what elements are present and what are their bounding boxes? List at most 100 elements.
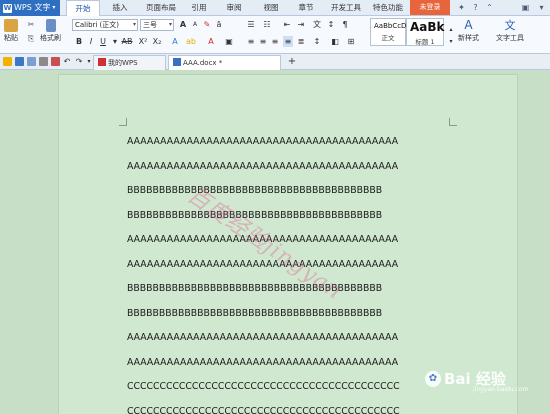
text-line: CCCCCCCCCCCCCCCCCCCCCCCCCCCCCCCCCCCCCCCC…: [127, 405, 400, 414]
show-marks-icon[interactable]: ¶: [340, 19, 350, 30]
save-icon[interactable]: [15, 57, 24, 66]
numbered-list-icon[interactable]: ☷: [262, 19, 272, 30]
baidu-paw-icon: ✿: [425, 370, 441, 387]
text-tools-icon: 文: [504, 19, 516, 32]
tab-section[interactable]: 章节: [290, 0, 322, 16]
login-button[interactable]: 未登录: [410, 0, 450, 15]
open-folder-icon[interactable]: [3, 57, 12, 66]
wps-logo-icon: W: [3, 3, 12, 13]
print-preview-icon[interactable]: [27, 57, 36, 66]
subscript-icon[interactable]: X₂: [152, 36, 162, 47]
underline-menu-icon[interactable]: ▾: [110, 36, 120, 47]
align-right-icon[interactable]: ≡: [270, 36, 280, 47]
app-name: WPS 文字: [14, 3, 51, 12]
new-style-label: 新样式: [458, 34, 479, 42]
justify-icon[interactable]: ≡: [283, 36, 293, 47]
document-icon: [173, 58, 181, 66]
align-left-icon[interactable]: ≡: [246, 36, 256, 47]
distribute-icon[interactable]: ≣: [296, 36, 306, 47]
help-icon[interactable]: ?: [470, 2, 481, 13]
style-heading-1[interactable]: AaBk 标题 1: [406, 18, 445, 46]
font-name-select[interactable]: Calibri (正文) ▾: [72, 19, 138, 31]
tab-insert[interactable]: 插入: [104, 0, 136, 16]
char-border-icon[interactable]: ▣: [224, 36, 234, 47]
phonetic-icon[interactable]: ā: [214, 19, 224, 30]
brush-icon: [45, 19, 56, 32]
shading-icon[interactable]: ◧: [330, 36, 340, 47]
text-line: AAAAAAAAAAAAAAAAAAAAAAAAAAAAAAAAAAAAAAAA…: [127, 160, 399, 172]
more-icon[interactable]: ▾: [536, 2, 547, 13]
text-line: AAAAAAAAAAAAAAAAAAAAAAAAAAAAAAAAAAAAAAAA…: [127, 136, 399, 147]
wps-home-icon: [98, 58, 106, 66]
paste-label: 粘贴: [4, 34, 18, 42]
tab-my-wps[interactable]: 我的WPS: [93, 55, 166, 70]
text-line: BBBBBBBBBBBBBBBBBBBBBBBBBBBBBBBBBBBBBBBB: [127, 209, 383, 221]
margin-corner-top-left: [119, 118, 127, 126]
align-center-icon[interactable]: ≡: [258, 36, 268, 47]
collapse-icon[interactable]: ⌃: [484, 2, 495, 13]
tab-references[interactable]: 引用: [184, 0, 214, 16]
format-painter-button[interactable]: 格式刷: [40, 19, 61, 43]
redo-icon[interactable]: ↷: [74, 56, 84, 67]
vertical-scrollbar[interactable]: [544, 70, 550, 414]
tab-developer[interactable]: 开发工具: [326, 0, 366, 16]
highlight-icon[interactable]: ab: [186, 36, 196, 47]
tab-page-layout[interactable]: 页面布局: [140, 0, 182, 16]
app-menu-button[interactable]: W WPS 文字 ▾: [0, 0, 60, 16]
sort-icon[interactable]: ↕: [326, 19, 336, 30]
outdent-icon[interactable]: ⇤: [282, 19, 292, 30]
text-tools-button[interactable]: 文 文字工具: [496, 19, 524, 43]
undo-icon[interactable]: ↶: [62, 56, 72, 67]
clear-format-icon[interactable]: ✎: [202, 19, 212, 30]
menu-bar: W WPS 文字 ▾ 开始 插入 页面布局 引用 审阅 视图 章节 开发工具 特…: [0, 0, 550, 17]
chinese-layout-icon[interactable]: 文: [312, 19, 322, 30]
styles-more-icon[interactable]: ▾: [446, 36, 456, 47]
superscript-icon[interactable]: X²: [138, 36, 148, 47]
print-icon[interactable]: [39, 57, 48, 66]
text-line: BBBBBBBBBBBBBBBBBBBBBBBBBBBBBBBBBBBBBBBB: [127, 185, 383, 196]
text-line: AAAAAAAAAAAAAAAAAAAAAAAAAAAAAAAAAAAAAAAA…: [127, 356, 399, 368]
export-pdf-icon[interactable]: [51, 57, 60, 66]
skin-icon[interactable]: ✦: [456, 2, 467, 13]
new-style-button[interactable]: A 新样式: [458, 19, 479, 43]
indent-icon[interactable]: ⇥: [296, 19, 306, 30]
text-line: AAAAAAAAAAAAAAAAAAAAAAAAAAAAAAAAAAAAAAAA…: [127, 332, 399, 343]
style-normal[interactable]: AaBbCcDd 正文: [370, 18, 411, 46]
styles-scroll-icon[interactable]: ▴: [446, 24, 456, 35]
text-tools-label: 文字工具: [496, 34, 524, 42]
margin-corner-top-right: [449, 118, 457, 126]
text-effect-icon[interactable]: A: [170, 36, 180, 47]
chevron-down-icon: ▾: [52, 4, 56, 11]
new-tab-button[interactable]: +: [287, 56, 297, 67]
text-line: CCCCCCCCCCCCCCCCCCCCCCCCCCCCCCCCCCCCCCCC…: [127, 381, 400, 392]
chevron-down-icon: ▾: [132, 21, 136, 28]
text-line: BBBBBBBBBBBBBBBBBBBBBBBBBBBBBBBBBBBBBBBB: [127, 307, 383, 319]
strikethrough-icon[interactable]: AB: [120, 36, 134, 47]
shrink-font-icon[interactable]: A: [190, 19, 200, 30]
tab-home[interactable]: 开始: [66, 0, 100, 17]
font-color-icon[interactable]: A: [206, 36, 216, 47]
tab-document[interactable]: AAA.docx *: [168, 55, 281, 70]
tab-view[interactable]: 视图: [254, 0, 288, 16]
bold-icon[interactable]: B: [74, 36, 84, 47]
tab-review[interactable]: 审阅: [218, 0, 250, 16]
window-icon[interactable]: ▣: [520, 2, 531, 13]
grow-font-icon[interactable]: A: [178, 19, 188, 30]
font-size-select[interactable]: 三号 ▾: [140, 19, 174, 31]
text-line: BBBBBBBBBBBBBBBBBBBBBBBBBBBBBBBBBBBBBBBB: [127, 283, 383, 294]
format-painter-label: 格式刷: [40, 34, 61, 42]
document-tab-bar: ↶ ↷ ▾ 我的WPS AAA.docx * +: [0, 54, 550, 70]
tab-features[interactable]: 特色功能: [368, 0, 408, 16]
paste-icon: [4, 19, 18, 32]
new-style-icon: A: [464, 18, 473, 32]
baidu-jingyan-watermark: ✿ Bai 经验 jingyan.baidu.com: [425, 368, 528, 393]
underline-icon[interactable]: U: [98, 36, 108, 47]
borders-icon[interactable]: ⊞: [346, 36, 356, 47]
bullet-list-icon[interactable]: ☰: [246, 19, 256, 30]
copy-icon[interactable]: ⎘: [26, 33, 36, 44]
italic-icon[interactable]: I: [86, 36, 96, 47]
cut-icon[interactable]: ✂: [26, 19, 36, 30]
paste-button[interactable]: 粘贴: [4, 19, 18, 43]
line-spacing-icon[interactable]: ↕: [312, 36, 322, 47]
chevron-down-icon: ▾: [168, 21, 172, 28]
